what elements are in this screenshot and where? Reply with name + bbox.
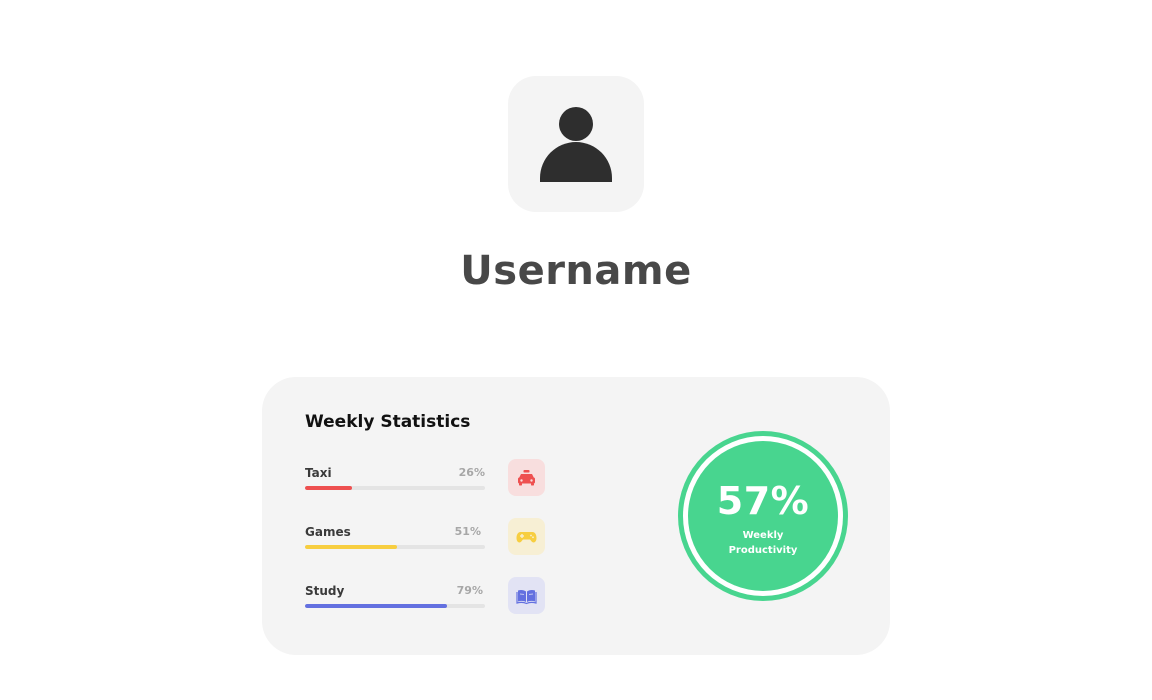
stat-row-taxi: Taxi 26%: [305, 466, 485, 506]
progress-track: [305, 604, 485, 608]
weekly-productivity-ring: 57% Weekly Productivity: [678, 431, 848, 601]
gamepad-icon-tile[interactable]: [508, 518, 545, 555]
stat-percent: 26%: [458, 466, 485, 479]
profile-page: Username Weekly Statistics Taxi 26% Game…: [0, 0, 1152, 700]
stat-row-games: Games 51%: [305, 525, 485, 565]
book-icon: [516, 589, 537, 605]
stat-percent: 79%: [456, 584, 483, 597]
card-title: Weekly Statistics: [305, 412, 471, 432]
stat-label: Games: [305, 525, 351, 539]
gamepad-icon: [516, 532, 537, 543]
stat-label: Taxi: [305, 466, 332, 480]
progress-track: [305, 545, 485, 549]
productivity-label: Weekly Productivity: [728, 530, 798, 556]
taxi-icon-tile[interactable]: [508, 459, 545, 496]
username-heading: Username: [460, 248, 692, 294]
user-icon: [540, 107, 612, 182]
weekly-statistics-card: Weekly Statistics Taxi 26% Games 51% Stu…: [262, 377, 890, 655]
book-icon-tile[interactable]: [508, 577, 545, 614]
avatar[interactable]: [508, 76, 644, 212]
stat-label: Study: [305, 584, 345, 598]
progress-fill: [305, 604, 448, 608]
progress-fill: [305, 486, 352, 490]
productivity-value: 57%: [716, 479, 810, 523]
stat-row-study: Study 79%: [305, 584, 485, 624]
progress-fill: [305, 545, 397, 549]
stat-percent: 51%: [454, 525, 481, 538]
progress-track: [305, 486, 485, 490]
taxi-icon: [518, 470, 535, 486]
